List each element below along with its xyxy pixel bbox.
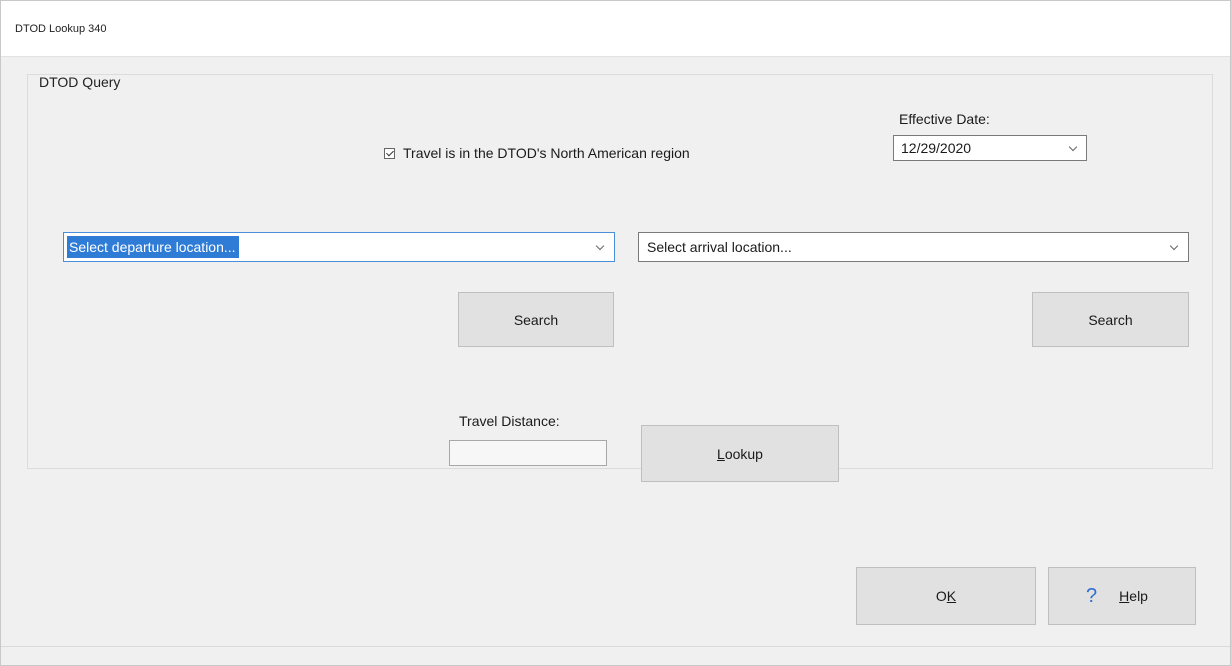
region-checkbox-label: Travel is in the DTOD's North American r… (403, 145, 690, 161)
search-arrival-button[interactable]: Search (1032, 292, 1189, 347)
help-mnemonic: H (1119, 588, 1130, 604)
region-checkbox[interactable]: Travel is in the DTOD's North American r… (384, 145, 690, 161)
title-bar: DTOD Lookup 340 (1, 1, 1230, 57)
travel-distance-label: Travel Distance: (459, 413, 560, 429)
arrival-location-combo[interactable]: Select arrival location... (638, 232, 1189, 262)
chevron-down-icon[interactable] (1068, 142, 1078, 152)
effective-date-label: Effective Date: (899, 111, 990, 127)
bottom-divider (1, 646, 1230, 647)
help-icon: ? (1086, 584, 1098, 607)
lookup-label: ookup (724, 445, 763, 462)
help-button[interactable]: ? Help (1048, 567, 1196, 625)
checkbox-checked-icon[interactable] (384, 147, 395, 159)
lookup-button[interactable]: Lookup (641, 425, 839, 482)
ok-mnemonic: K (946, 588, 957, 604)
dtod-query-group (27, 74, 1213, 469)
chevron-down-icon[interactable] (1169, 241, 1179, 251)
search-departure-button[interactable]: Search (458, 292, 614, 347)
ok-label: O (935, 588, 947, 604)
dtod-lookup-dialog: DTOD Lookup 340 DTOD Query Travel is in … (0, 0, 1231, 666)
departure-location-combo[interactable]: Select departure location... (63, 232, 615, 262)
arrival-location-value: Select arrival location... (647, 239, 792, 255)
window-title: DTOD Lookup 340 (15, 23, 107, 35)
group-label: DTOD Query (39, 74, 121, 90)
ok-button[interactable]: OK (856, 567, 1036, 625)
chevron-down-icon[interactable] (595, 241, 605, 251)
effective-date-picker[interactable]: 12/29/2020 (893, 135, 1087, 161)
departure-location-value: Select departure location... (67, 236, 239, 258)
travel-distance-field[interactable] (449, 440, 607, 466)
help-label: elp (1129, 588, 1148, 604)
lookup-mnemonic: L (717, 445, 725, 462)
effective-date-value: 12/29/2020 (901, 140, 972, 156)
